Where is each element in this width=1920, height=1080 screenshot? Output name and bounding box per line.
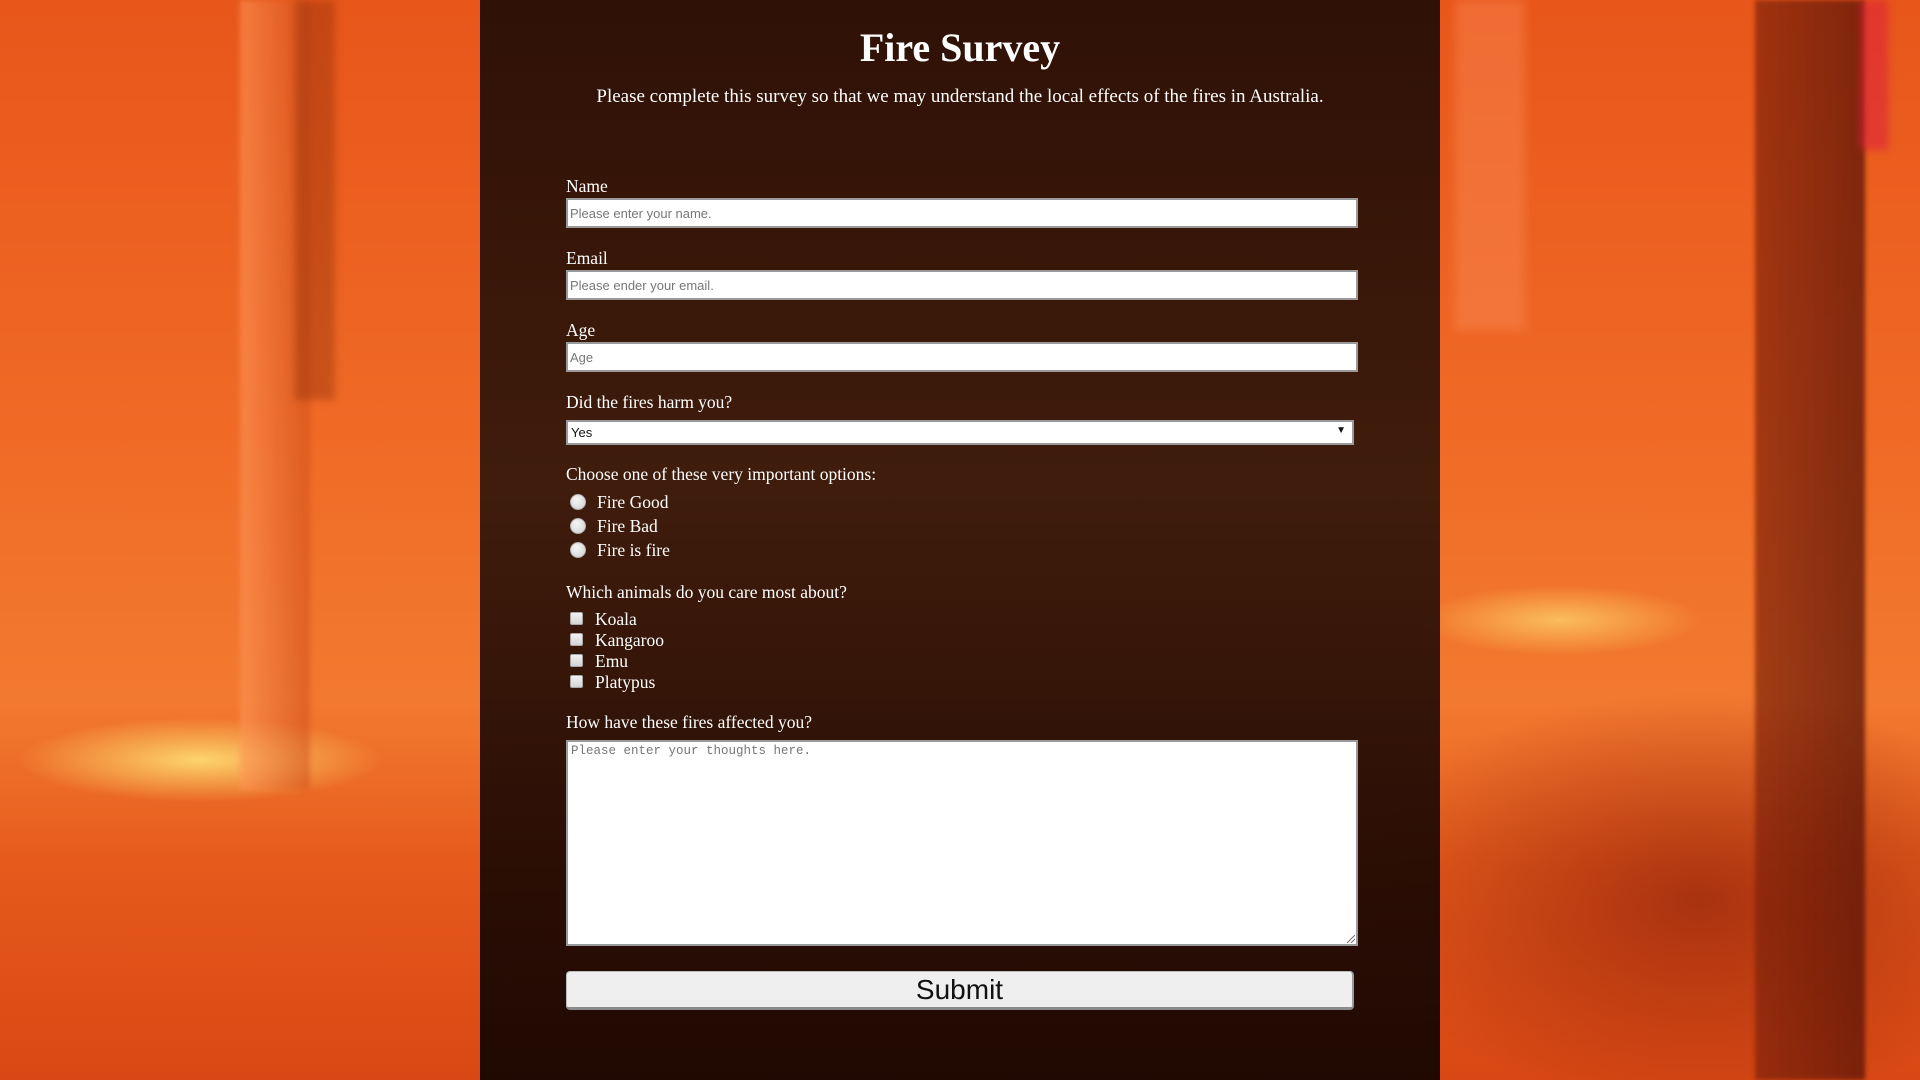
survey-panel: Fire Survey Please complete this survey … xyxy=(480,0,1440,1080)
checkbox[interactable] xyxy=(570,653,583,667)
name-input[interactable] xyxy=(566,198,1358,228)
page-description: Please complete this survey so that we m… xyxy=(596,86,1324,107)
chevron-down-icon: ▼ xyxy=(1336,425,1346,436)
checkbox-option-koala[interactable]: Koala xyxy=(570,609,637,630)
checkbox-label: Platypus xyxy=(595,672,656,692)
name-label: Name xyxy=(566,176,608,196)
resize-handle-icon[interactable] xyxy=(1347,935,1355,943)
radio-option-label: Fire is fire xyxy=(597,540,670,560)
harm-select[interactable]: Yes ▼ xyxy=(566,420,1354,445)
background-tree-trunk xyxy=(1455,0,1525,330)
checkbox-option-emu[interactable]: Emu xyxy=(570,651,628,672)
radio-option-fire-good[interactable]: Fire Good xyxy=(570,492,668,513)
email-label: Email xyxy=(566,248,608,268)
comments-textarea[interactable] xyxy=(566,740,1358,946)
animals-label: Which animals do you care most about? xyxy=(566,582,847,602)
radio-button[interactable] xyxy=(570,493,586,510)
harm-selected-value: Yes xyxy=(571,425,593,440)
radio-option-label: Fire Good xyxy=(597,492,669,512)
checkbox[interactable] xyxy=(570,611,583,625)
radio-button[interactable] xyxy=(570,517,586,534)
radio-option-fire-bad[interactable]: Fire Bad xyxy=(570,516,658,537)
radio-button[interactable] xyxy=(570,541,586,558)
submit-button[interactable]: Submit xyxy=(566,971,1354,1010)
checkbox-option-kangaroo[interactable]: Kangaroo xyxy=(570,630,664,651)
radio-option-label: Fire Bad xyxy=(597,516,658,536)
options-label: Choose one of these very important optio… xyxy=(566,464,877,484)
background-tree-trunk xyxy=(1755,0,1865,1080)
checkbox-option-platypus[interactable]: Platypus xyxy=(570,672,655,693)
checkbox-label: Koala xyxy=(595,609,637,629)
checkbox[interactable] xyxy=(570,674,583,688)
checkbox-label: Kangaroo xyxy=(595,630,665,650)
radio-option-fire-is-fire[interactable]: Fire is fire xyxy=(570,540,670,561)
comments-wrapper xyxy=(566,740,1358,946)
checkbox-label: Emu xyxy=(595,651,629,671)
checkbox[interactable] xyxy=(570,632,583,646)
age-label: Age xyxy=(566,320,596,340)
background-tree-trunk xyxy=(1860,0,1888,150)
comments-label: How have these fires affected you? xyxy=(566,712,813,732)
harm-label: Did the fires harm you? xyxy=(566,392,733,412)
email-input[interactable] xyxy=(566,270,1358,300)
background-tree-trunk xyxy=(295,0,335,400)
age-input[interactable] xyxy=(566,342,1358,372)
page-title: Fire Survey xyxy=(859,25,1061,70)
